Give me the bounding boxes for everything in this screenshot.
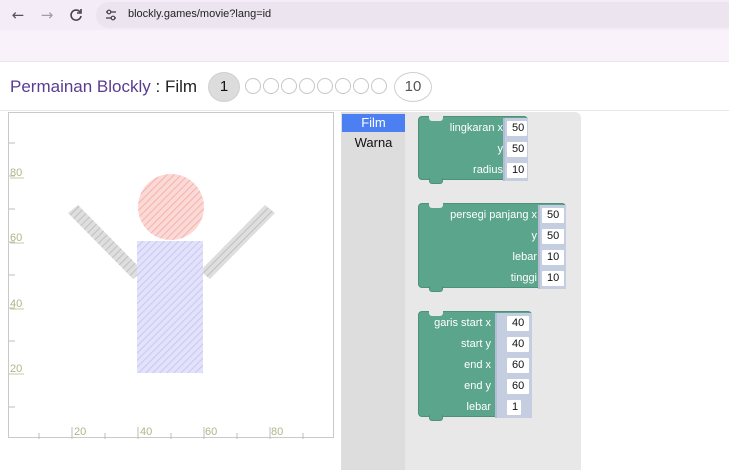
block-row: end y 60 [419, 376, 533, 397]
y-tick-label: 80 [10, 167, 22, 179]
block-label: garis start x [434, 317, 491, 329]
number-field[interactable]: 1 [507, 400, 521, 415]
value-socket: 50 [503, 118, 528, 139]
number-field[interactable]: 40 [507, 316, 529, 331]
x-tick-label: 80 [271, 426, 283, 438]
number-field[interactable]: 60 [507, 358, 529, 373]
level-7-button[interactable] [335, 78, 351, 94]
block-label: persegi panjang x [450, 209, 537, 221]
number-field[interactable]: 40 [507, 337, 529, 352]
value-socket: 10 [538, 247, 566, 268]
block-label: y [531, 230, 538, 242]
level-6-button[interactable] [317, 78, 333, 94]
header-divider [0, 110, 729, 111]
block-label: end y [464, 380, 491, 392]
page-title: Permainan Blockly : Film [10, 77, 197, 97]
y-tick-label: 20 [10, 363, 22, 375]
level-name: Film [164, 77, 198, 96]
back-arrow-icon[interactable]: ← [8, 6, 28, 24]
block-row: persegi panjang x 50 [419, 205, 567, 226]
block-row: y 50 [419, 139, 529, 160]
value-socket: 60 [495, 376, 532, 397]
number-field[interactable]: 10 [542, 250, 564, 265]
level-10-button[interactable]: 10 [394, 72, 432, 102]
level-9-button[interactable] [371, 78, 387, 94]
level-1-button[interactable]: 1 [208, 72, 240, 102]
block-label: radius [473, 164, 503, 176]
block-label: lingkaran x [449, 122, 503, 134]
title-separator: : [150, 77, 165, 96]
game-home-link[interactable]: Permainan Blockly [10, 77, 151, 96]
value-socket: 60 [495, 355, 532, 376]
display-canvas: 80 60 40 20 20 40 60 80 [9, 142, 304, 439]
value-socket: 40 [495, 334, 532, 355]
block-row: y 50 [419, 226, 567, 247]
level-8-button[interactable] [353, 78, 369, 94]
toolbox-category-warna[interactable]: Warna [342, 134, 405, 152]
block-label: lebar [512, 251, 537, 263]
body-rectangle [137, 241, 203, 373]
block-row: end x 60 [419, 355, 533, 376]
value-socket: 10 [503, 160, 528, 181]
value-socket: 50 [538, 205, 566, 226]
x-tick-label: 20 [74, 426, 86, 438]
level-3-button[interactable] [263, 78, 279, 94]
head-circle [138, 174, 204, 240]
y-tick-label: 60 [10, 232, 22, 244]
number-field[interactable]: 50 [507, 142, 527, 157]
block-label: lebar [466, 401, 491, 413]
x-tick-label: 60 [205, 426, 217, 438]
level-4-button[interactable] [281, 78, 297, 94]
block-label: end x [464, 359, 491, 371]
y-tick-label: 40 [10, 298, 22, 310]
number-field[interactable]: 50 [507, 121, 527, 136]
number-field[interactable]: 10 [507, 163, 527, 178]
block-row: lebar 1 [419, 397, 533, 418]
rectangle-block[interactable]: persegi panjang x 50 y 50 lebar 10 tingg… [418, 203, 567, 292]
value-socket: 10 [538, 268, 566, 289]
block-row: garis start x 40 [419, 313, 533, 334]
block-row: tinggi 10 [419, 268, 567, 289]
number-field[interactable]: 60 [507, 379, 529, 394]
block-label: start y [461, 338, 491, 350]
level-2-button[interactable] [245, 78, 261, 94]
value-socket: 50 [538, 226, 566, 247]
block-row: start y 40 [419, 334, 533, 355]
left-arm-shape [68, 205, 143, 279]
blockly-toolbox: Film Warna [341, 112, 405, 470]
level-5-button[interactable] [299, 78, 315, 94]
line-block[interactable]: garis start x 40 start y 40 end x 60 end… [418, 311, 533, 421]
url-text[interactable]: blockly.games/movie?lang=id [128, 8, 271, 20]
circle-block[interactable]: lingkaran x 50 y 50 radius 10 [418, 116, 529, 184]
x-tick-label: 40 [140, 426, 152, 438]
value-socket: 40 [495, 313, 532, 334]
right-arm-shape [200, 205, 275, 279]
number-field[interactable]: 50 [542, 208, 564, 223]
block-row: radius 10 [419, 160, 529, 181]
toolbox-category-film[interactable]: Film [342, 114, 405, 132]
block-label: tinggi [510, 272, 537, 284]
site-settings-icon[interactable] [104, 8, 118, 22]
value-socket: 1 [495, 397, 532, 418]
number-field[interactable]: 10 [542, 271, 564, 286]
forward-arrow-icon[interactable]: → [37, 6, 57, 24]
block-row: lebar 10 [419, 247, 567, 268]
number-field[interactable]: 50 [542, 229, 564, 244]
reload-icon[interactable] [66, 6, 86, 24]
browser-chrome: ← → blockly.games/movie?lang=id [0, 0, 729, 62]
block-row: lingkaran x 50 [419, 118, 529, 139]
movie-display: 80 60 40 20 20 40 60 80 [8, 112, 334, 439]
value-socket: 50 [503, 139, 528, 160]
